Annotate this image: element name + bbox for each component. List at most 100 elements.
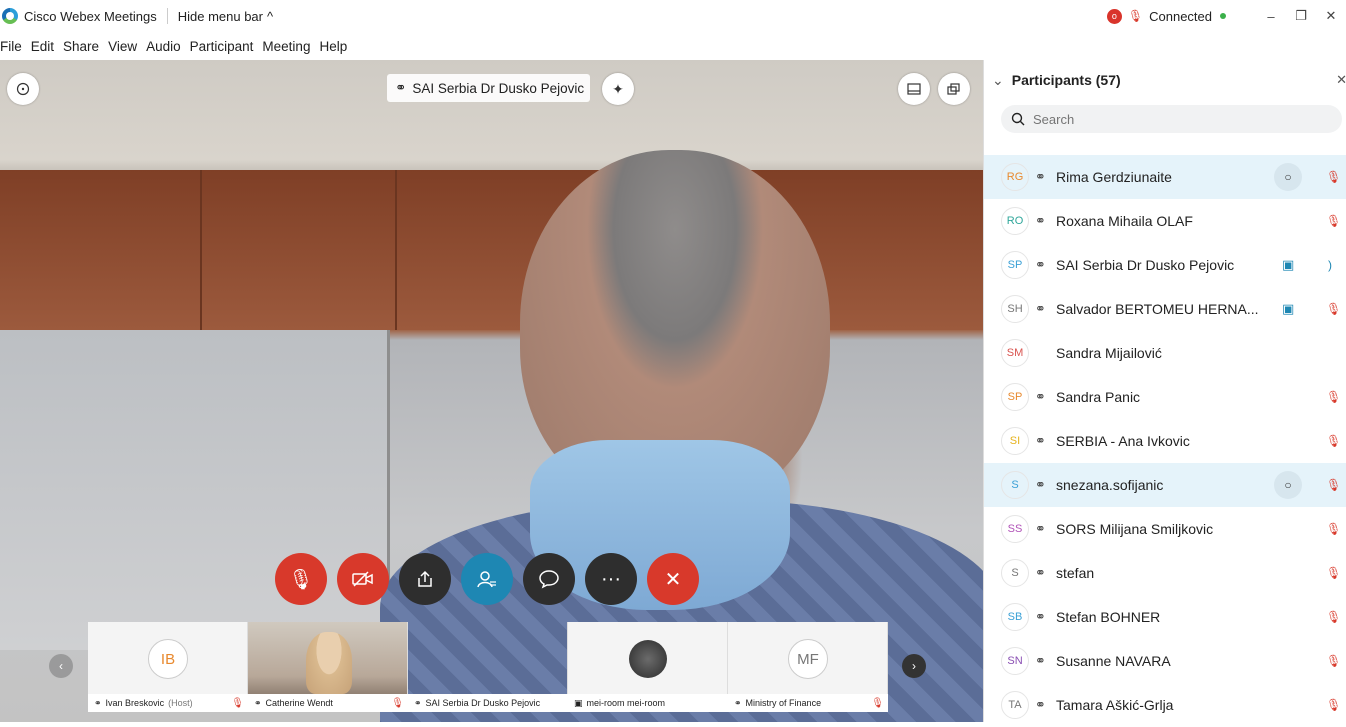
avatar: RG xyxy=(1001,163,1029,191)
mic-muted-icon[interactable]: 🎙︎ xyxy=(1326,566,1341,580)
more-button[interactable]: ··· xyxy=(585,553,637,605)
participant-strip: IB ⚭ Ivan Breskovic (Host) 🎙︎ ⚭ Catherin… xyxy=(88,622,888,712)
participant-row[interactable]: SS ⚭ SORS Milijana Smiljkovic 🎙︎ xyxy=(984,507,1346,551)
mic-muted-icon[interactable]: 🎙︎ xyxy=(1326,522,1341,536)
video-button[interactable] xyxy=(337,553,389,605)
participant-row[interactable]: SH ⚭ Salvador BERTOMEU HERNA... ▣ 🎙︎ xyxy=(984,287,1346,331)
mic-muted-icon[interactable]: 🎙︎ xyxy=(1326,698,1341,712)
menu-audio[interactable]: Audio xyxy=(146,39,181,54)
mic-muted-icon[interactable]: 🎙︎ xyxy=(1326,390,1341,404)
video-tile[interactable]: ▣ mei-room mei-room xyxy=(568,622,728,712)
menu-meeting[interactable]: Meeting xyxy=(262,39,310,54)
collapse-chevron-icon[interactable]: ⌄ xyxy=(992,72,1004,89)
participant-row[interactable]: SN ⚭ Susanne NAVARA 🎙︎ xyxy=(984,639,1346,683)
chat-icon[interactable]: ○ xyxy=(1274,163,1302,191)
mic-muted-icon[interactable]: 🎙︎ xyxy=(1326,654,1341,668)
meeting-controls: 🎙︎ ··· ✕ xyxy=(275,553,699,605)
participant-row[interactable]: S ⚭ stefan 🎙︎ xyxy=(984,551,1346,595)
participant-name: snezana.sofijanic xyxy=(1056,477,1164,493)
participant-row[interactable]: RO ⚭ Roxana Mihaila OLAF 🎙︎ xyxy=(984,199,1346,243)
headset-icon: ⚭ xyxy=(1035,521,1046,536)
participant-row[interactable]: SP ⚭ SAI Serbia Dr Dusko Pejovic ▣) xyxy=(984,243,1346,287)
avatar: S xyxy=(1001,559,1029,587)
minimize-button[interactable]: – xyxy=(1256,0,1286,32)
participant-name: SERBIA - Ana Ivkovic xyxy=(1056,433,1190,449)
connection-status: Connected xyxy=(1149,8,1212,24)
headset-icon: ⚭ xyxy=(395,80,407,95)
app-title: Cisco Webex Meetings xyxy=(24,8,157,24)
hide-menu-bar-button[interactable]: Hide menu bar ^ xyxy=(178,9,273,24)
headset-icon: ⚭ xyxy=(254,697,262,708)
switch-view-button[interactable] xyxy=(938,73,970,105)
mic-muted-icon[interactable]: 🎙︎ xyxy=(1326,434,1341,448)
close-window-button[interactable]: ✕ xyxy=(1316,0,1346,32)
main-video: ⚭ SAI Serbia Dr Dusko Pejovic ✦ 🎙︎ ··· ✕… xyxy=(0,60,983,722)
pin-button[interactable]: ✦ xyxy=(602,73,634,105)
mic-muted-icon[interactable]: 🎙︎ xyxy=(1326,170,1341,184)
participant-name: Stefan BOHNER xyxy=(1056,609,1161,625)
close-icon: ✕ xyxy=(664,568,682,591)
participants-panel: ⌄ Participants (57) ✕ RG ⚭ Rima Gerdziunai… xyxy=(983,60,1346,722)
participant-name: SORS Milijana Smiljkovic xyxy=(1056,521,1214,537)
leave-button[interactable]: ✕ xyxy=(647,553,699,605)
participant-row[interactable]: SB ⚭ Stefan BOHNER 🎙︎ xyxy=(984,595,1346,639)
close-panel-button[interactable]: ✕ xyxy=(1336,72,1346,88)
video-tile[interactable]: IB ⚭ Ivan Breskovic (Host) 🎙︎ xyxy=(88,622,248,712)
layout-button[interactable] xyxy=(898,73,930,105)
mic-muted-icon[interactable]: 🎙︎ xyxy=(1326,302,1341,316)
tile-caption: ⚭ SAI Serbia Dr Dusko Pejovic xyxy=(408,694,568,712)
avatar: SN xyxy=(1001,647,1029,675)
mute-button[interactable]: 🎙︎ xyxy=(275,553,327,605)
tile-name: mei-room mei-room xyxy=(586,698,666,708)
menu-file[interactable]: File xyxy=(0,39,22,54)
webex-logo-icon xyxy=(2,8,18,24)
mic-muted-icon: 🎙︎ xyxy=(231,697,244,709)
video-camera-icon: ▣ xyxy=(1282,257,1295,272)
mic-muted-icon[interactable]: 🎙︎ xyxy=(1326,610,1341,624)
menu-edit[interactable]: Edit xyxy=(31,39,54,54)
tile-name: Ivan Breskovic xyxy=(105,698,165,708)
participant-row[interactable]: SP ⚭ Sandra Panic 🎙︎ xyxy=(984,375,1346,419)
share-button[interactable] xyxy=(399,553,451,605)
participant-row[interactable]: RG ⚭ Rima Gerdziunaite ○ 🎙︎ xyxy=(984,155,1346,199)
mic-off-icon: 🎙︎ xyxy=(288,568,314,591)
recording-icon: o xyxy=(1106,8,1122,24)
info-button[interactable] xyxy=(7,73,39,105)
mic-muted-icon[interactable]: 🎙︎ xyxy=(1326,478,1341,492)
participants-button[interactable] xyxy=(461,553,513,605)
search-input[interactable] xyxy=(1033,111,1313,127)
participant-row[interactable]: S ⚭ snezana.sofijanic ○ 🎙︎ xyxy=(984,463,1346,507)
strip-prev-button[interactable]: ‹ xyxy=(49,654,73,678)
participant-name: stefan xyxy=(1056,565,1095,581)
active-speaker-badge: ⚭ SAI Serbia Dr Dusko Pejovic xyxy=(387,74,591,102)
mic-muted-icon: 🎙︎ xyxy=(391,697,404,709)
video-tile[interactable]: MF ⚭ Ministry of Finance 🎙︎ xyxy=(728,622,888,712)
menu-view[interactable]: View xyxy=(108,39,137,54)
tile-caption: ⚭ Ministry of Finance 🎙︎ xyxy=(728,694,888,712)
avatar: RO xyxy=(1001,207,1029,235)
tile-caption: ▣ mei-room mei-room xyxy=(568,694,728,712)
headset-icon: ⚭ xyxy=(94,697,102,708)
participants-header: ⌄ Participants (57) ✕ xyxy=(984,60,1346,100)
participant-name: Rima Gerdziunaite xyxy=(1056,169,1172,185)
maximize-button[interactable]: ❐ xyxy=(1286,0,1316,32)
search-icon xyxy=(1011,112,1025,126)
menu-share[interactable]: Share xyxy=(63,39,99,54)
tile-caption: ⚭ Catherine Wendt 🎙︎ xyxy=(248,694,408,712)
participant-name: SAI Serbia Dr Dusko Pejovic xyxy=(1056,257,1235,273)
info-icon xyxy=(16,82,30,96)
participant-row[interactable]: TA ⚭ Tamara Aškić-Grlja 🎙︎ xyxy=(984,683,1346,727)
title-bar: Cisco Webex Meetings Hide menu bar ^ o 🎙… xyxy=(0,0,1346,32)
participant-row[interactable]: SI ⚭ SERBIA - Ana Ivkovic 🎙︎ xyxy=(984,419,1346,463)
participant-list: RG ⚭ Rima Gerdziunaite ○ 🎙︎ RO ⚭ Roxana Mihaila… xyxy=(984,155,1346,727)
menu-help[interactable]: Help xyxy=(319,39,347,54)
menu-participant[interactable]: Participant xyxy=(190,39,254,54)
strip-next-button[interactable]: › xyxy=(902,654,926,678)
chat-icon[interactable]: ○ xyxy=(1274,471,1302,499)
video-tile[interactable]: ⚭ Catherine Wendt 🎙︎ xyxy=(248,622,408,712)
avatar: S xyxy=(1001,471,1029,499)
participant-row[interactable]: SM Sandra Mijailović xyxy=(984,331,1346,375)
chat-button[interactable] xyxy=(523,553,575,605)
mic-muted-icon[interactable]: 🎙︎ xyxy=(1326,214,1341,228)
video-tile[interactable]: ⚭ SAI Serbia Dr Dusko Pejovic xyxy=(408,622,568,712)
